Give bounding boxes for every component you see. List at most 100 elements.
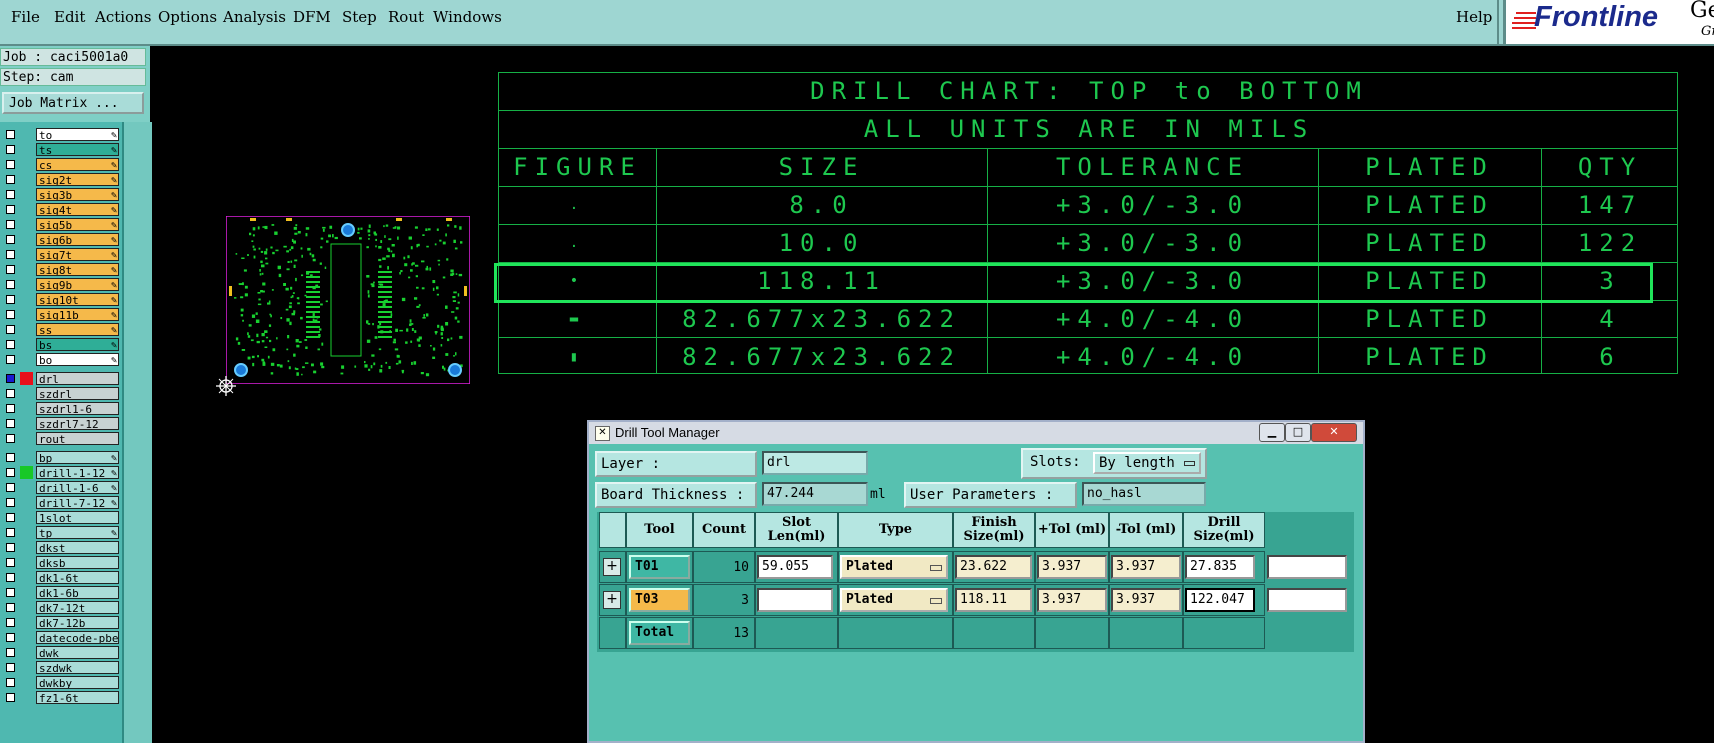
layer-checkbox[interactable]: [6, 160, 15, 169]
layer-checkbox[interactable]: [6, 325, 15, 334]
layer-name[interactable]: drill-1-6 ✎: [36, 481, 119, 494]
layer-checkbox[interactable]: [6, 419, 15, 428]
layer-name[interactable]: szdrl1-6: [36, 402, 119, 415]
menu-file[interactable]: File: [11, 8, 40, 26]
menu-edit[interactable]: Edit: [54, 8, 85, 26]
layer-checkbox[interactable]: [6, 603, 15, 612]
layer-row-1slot[interactable]: 1slot: [0, 510, 122, 525]
layer-name[interactable]: sig7t ✎: [36, 248, 119, 261]
ptol-field[interactable]: 3.937: [1037, 588, 1107, 612]
layer-name[interactable]: 1slot: [36, 511, 119, 524]
layer-checkbox[interactable]: [6, 374, 15, 383]
layer-row-sig4t[interactable]: sig4t ✎: [0, 202, 122, 217]
layer-checkbox[interactable]: [6, 558, 15, 567]
mtol-field[interactable]: 3.937: [1111, 555, 1181, 579]
layer-checkbox[interactable]: [6, 528, 15, 537]
layer-row-dk1-6t[interactable]: dk1-6t: [0, 570, 122, 585]
layer-row-dk7-12t[interactable]: dk7-12t: [0, 600, 122, 615]
layer-checkbox[interactable]: [6, 340, 15, 349]
layer-row-bs[interactable]: bs ✎: [0, 337, 122, 352]
layer-name[interactable]: dk7-12t: [36, 601, 119, 614]
user-parameters-field[interactable]: no_hasl: [1082, 482, 1206, 506]
layer-row-sig9b[interactable]: sig9b ✎: [0, 277, 122, 292]
layer-name[interactable]: tp ✎: [36, 526, 119, 539]
layer-checkbox[interactable]: [6, 588, 15, 597]
layer-name[interactable]: rout: [36, 432, 119, 445]
layer-name[interactable]: sig8t ✎: [36, 263, 119, 276]
layer-name[interactable]: bp ✎: [36, 451, 119, 464]
layer-name[interactable]: datecode-pbe: [36, 631, 119, 644]
layer-name[interactable]: ss ✎: [36, 323, 119, 336]
layer-field[interactable]: drl: [762, 451, 868, 475]
layer-row-sig2t[interactable]: sig2t ✎: [0, 172, 122, 187]
layer-name[interactable]: sig11b ✎: [36, 308, 119, 321]
expand-row-icon[interactable]: +: [603, 558, 621, 576]
menu-help[interactable]: Help: [1456, 8, 1492, 26]
layer-row-sig7t[interactable]: sig7t ✎: [0, 247, 122, 262]
layer-name[interactable]: dwkby: [36, 676, 119, 689]
layer-checkbox[interactable]: [6, 235, 15, 244]
layer-name[interactable]: sig4t ✎: [36, 203, 119, 216]
slots-dropdown[interactable]: By length: [1093, 452, 1201, 474]
layer-checkbox[interactable]: [6, 355, 15, 364]
layer-row-drill-7-12[interactable]: drill-7-12 ✎: [0, 495, 122, 510]
layer-name[interactable]: szdwk: [36, 661, 119, 674]
layer-name[interactable]: fz1-6t: [36, 691, 119, 704]
layer-row-dwk[interactable]: dwk: [0, 645, 122, 660]
layer-name[interactable]: sig3b ✎: [36, 188, 119, 201]
layer-checkbox[interactable]: [6, 145, 15, 154]
layer-row-cs[interactable]: cs ✎: [0, 157, 122, 172]
layer-checkbox[interactable]: [6, 295, 15, 304]
layer-name[interactable]: dwk: [36, 646, 119, 659]
layer-row-szdrl1-6[interactable]: szdrl1-6: [0, 401, 122, 416]
layer-checkbox[interactable]: [6, 130, 15, 139]
expand-row-icon[interactable]: +: [603, 591, 621, 609]
layer-checkbox[interactable]: [6, 404, 15, 413]
layer-row-drill-1-6[interactable]: drill-1-6 ✎: [0, 480, 122, 495]
layer-row-sig8t[interactable]: sig8t ✎: [0, 262, 122, 277]
layer-checkbox[interactable]: [6, 573, 15, 582]
board-thickness-field[interactable]: 47.244: [762, 482, 868, 506]
layer-row-bp[interactable]: bp ✎: [0, 450, 122, 465]
layer-name[interactable]: szdrl7-12: [36, 417, 119, 430]
layer-checkbox[interactable]: [6, 310, 15, 319]
menu-step[interactable]: Step: [342, 8, 377, 26]
user-parameters-button[interactable]: User Parameters :: [904, 482, 1077, 508]
layer-row-szdrl7-12[interactable]: szdrl7-12: [0, 416, 122, 431]
menu-rout[interactable]: Rout: [388, 8, 424, 26]
layer-checkbox[interactable]: [6, 205, 15, 214]
layer-row-ss[interactable]: ss ✎: [0, 322, 122, 337]
layer-name[interactable]: dksb: [36, 556, 119, 569]
layer-checkbox[interactable]: [6, 265, 15, 274]
layer-row-tp[interactable]: tp ✎: [0, 525, 122, 540]
des-field[interactable]: [1267, 588, 1347, 612]
slot-len-field[interactable]: 59.055: [757, 555, 833, 579]
layer-checkbox[interactable]: [6, 220, 15, 229]
layer-checkbox[interactable]: [6, 648, 15, 657]
finish-field[interactable]: 23.622: [955, 555, 1032, 579]
layer-checkbox[interactable]: [6, 663, 15, 672]
drill-field[interactable]: 27.835: [1185, 555, 1255, 579]
layer-row-szdrl[interactable]: szdrl: [0, 386, 122, 401]
layer-name[interactable]: bo ✎: [36, 353, 119, 366]
layer-row-bo[interactable]: bo ✎: [0, 352, 122, 367]
layer-name[interactable]: drill-7-12 ✎: [36, 496, 119, 509]
dialog-title-bar[interactable]: ✕ Drill Tool Manager ▁ □ ✕: [589, 422, 1363, 444]
mtol-field[interactable]: 3.937: [1111, 588, 1181, 612]
layer-name[interactable]: drl: [36, 372, 119, 385]
layer-name[interactable]: dk7-12b: [36, 616, 119, 629]
tool-button[interactable]: T01: [629, 555, 690, 579]
menu-actions[interactable]: Actions: [95, 8, 151, 26]
layer-name[interactable]: to ✎: [36, 128, 119, 141]
layer-row-dk1-6b[interactable]: dk1-6b: [0, 585, 122, 600]
job-matrix-button[interactable]: Job Matrix ...: [2, 92, 144, 114]
layer-name[interactable]: cs ✎: [36, 158, 119, 171]
type-dropdown[interactable]: Plated: [840, 555, 948, 579]
layer-row-dksb[interactable]: dksb: [0, 555, 122, 570]
menu-dfm[interactable]: DFM: [293, 8, 331, 26]
layer-name[interactable]: dk1-6b: [36, 586, 119, 599]
layer-checkbox[interactable]: [6, 468, 15, 477]
layer-row-fz1-6t[interactable]: fz1-6t: [0, 690, 122, 705]
layer-checkbox[interactable]: [6, 250, 15, 259]
layer-checkbox[interactable]: [6, 434, 15, 443]
